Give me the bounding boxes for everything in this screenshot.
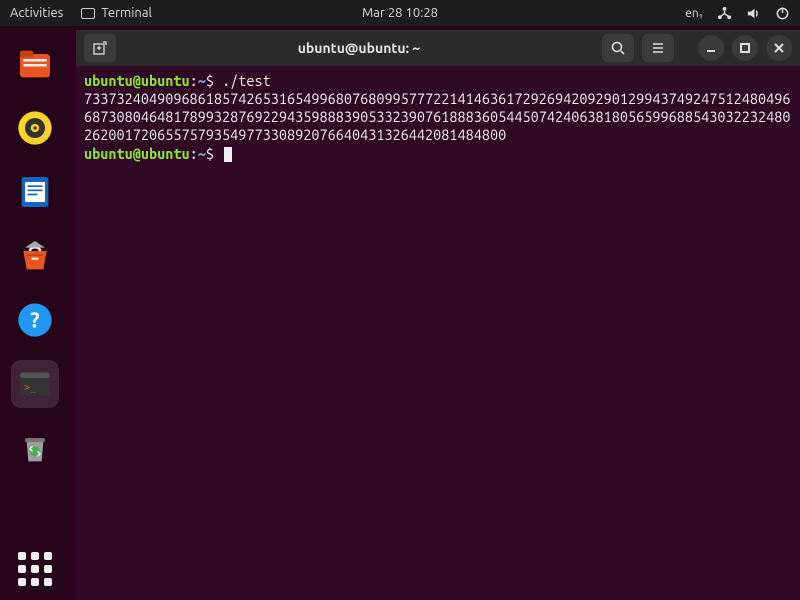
help-icon[interactable]: ? — [11, 296, 59, 344]
volume-icon[interactable] — [746, 6, 761, 21]
prompt-colon: : — [190, 145, 198, 162]
current-app-name: Terminal — [101, 6, 152, 20]
trash-icon[interactable] — [11, 424, 59, 472]
dock: ? >_ — [0, 26, 70, 600]
prompt-symbol: $ — [206, 145, 214, 162]
prompt-path: ~ — [198, 145, 206, 162]
window-titlebar: ubuntu@ubuntu: ~ — [76, 30, 800, 66]
show-applications-button[interactable] — [18, 552, 52, 586]
terminal-icon[interactable]: >_ — [11, 360, 59, 408]
prompt-symbol: $ — [206, 72, 214, 89]
prompt-user: ubuntu@ubuntu — [84, 145, 190, 162]
cursor — [224, 147, 232, 162]
files-icon[interactable] — [11, 40, 59, 88]
command-output: 7337324049096861857426531654996807680995… — [84, 90, 792, 144]
libreoffice-writer-icon[interactable] — [11, 168, 59, 216]
current-app-indicator[interactable]: Terminal — [81, 6, 152, 20]
command-text: ./test — [222, 72, 271, 89]
terminal-window: ubuntu@ubuntu: ~ ubuntu@ubuntu:~$ ./test… — [76, 30, 800, 600]
new-tab-button[interactable] — [84, 34, 116, 62]
prompt-user: ubuntu@ubuntu — [84, 72, 190, 89]
software-center-icon[interactable] — [11, 232, 59, 280]
input-language-indicator[interactable]: en₁ — [685, 7, 703, 20]
activities-button[interactable]: Activities — [10, 6, 63, 20]
svg-text:>_: >_ — [24, 383, 37, 394]
svg-text:?: ? — [30, 309, 40, 333]
search-button[interactable] — [602, 34, 634, 62]
menu-button[interactable] — [642, 34, 674, 62]
top-bar: Activities Terminal Mar 28 10:28 en₁ — [0, 0, 800, 26]
power-icon[interactable] — [775, 6, 790, 21]
minimize-button[interactable] — [698, 35, 724, 61]
network-icon[interactable] — [717, 6, 732, 21]
close-button[interactable] — [766, 35, 792, 61]
prompt-colon: : — [190, 72, 198, 89]
terminal-mini-icon — [81, 8, 95, 19]
clock[interactable]: Mar 28 10:28 — [362, 6, 438, 20]
prompt-path: ~ — [198, 72, 206, 89]
maximize-button[interactable] — [732, 35, 758, 61]
terminal-output-area[interactable]: ubuntu@ubuntu:~$ ./test 7337324049096861… — [76, 66, 800, 600]
rhythmbox-icon[interactable] — [11, 104, 59, 152]
window-title: ubuntu@ubuntu: ~ — [124, 40, 594, 56]
